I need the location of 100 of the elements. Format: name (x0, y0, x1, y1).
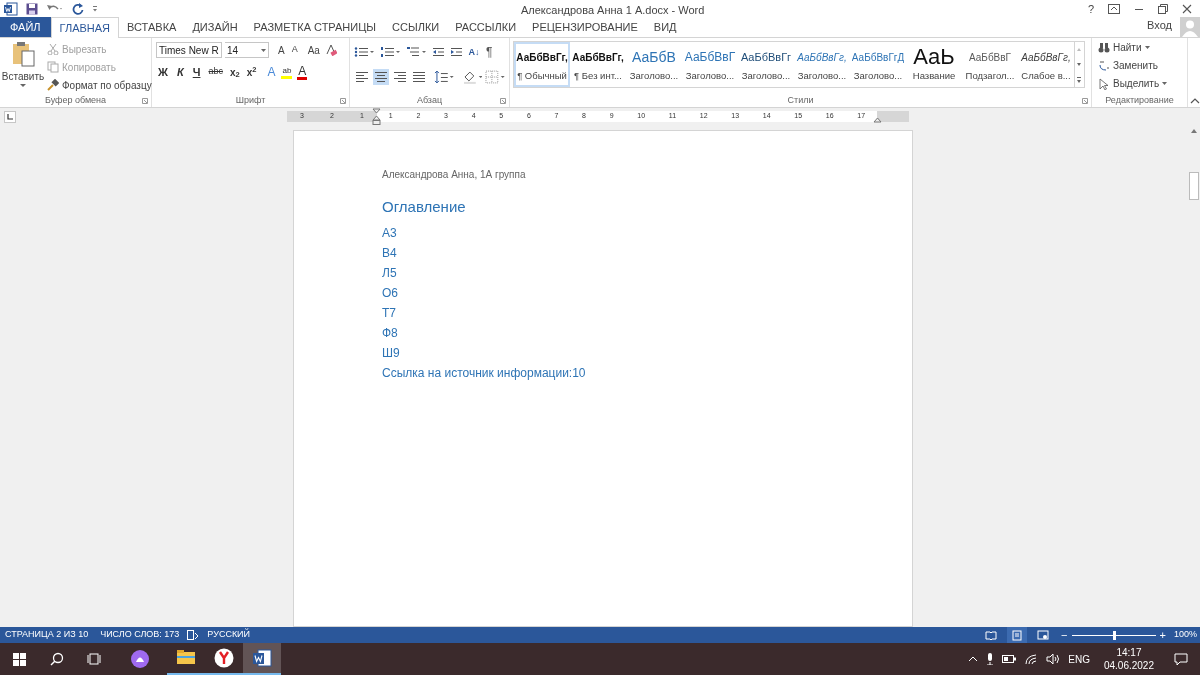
italic-button[interactable]: К (174, 63, 186, 81)
toc-entry[interactable]: А3 (382, 223, 397, 244)
increase-indent-icon[interactable] (450, 46, 462, 58)
notifications-icon[interactable] (1174, 652, 1188, 666)
battery-icon[interactable] (1002, 655, 1017, 663)
decrease-indent-icon[interactable] (432, 46, 444, 58)
style-item[interactable]: АаБбВвГг, ¶ Обычный (514, 42, 570, 87)
save-icon[interactable] (26, 3, 38, 15)
word-logo-icon[interactable] (4, 2, 18, 16)
style-item[interactable]: АаБбВвГг Заголово... (738, 42, 794, 87)
volume-icon[interactable] (1046, 653, 1061, 665)
line-spacing-icon[interactable] (434, 70, 454, 84)
dialog-launcher-icon[interactable] (1082, 98, 1088, 104)
task-view-icon[interactable] (87, 653, 101, 665)
style-item[interactable]: АаЬ Название (906, 42, 962, 87)
toc-entry[interactable]: О6 (382, 283, 398, 304)
painter-button[interactable]: Формат по образцу (47, 77, 152, 93)
ribbon-tab[interactable]: ВСТАВКА (119, 17, 185, 37)
ribbon-tab[interactable]: ДИЗАЙН (184, 17, 246, 37)
scroll-up-icon[interactable] (1189, 128, 1198, 134)
proofing-icon[interactable] (187, 630, 200, 640)
assistant-orb-icon[interactable] (131, 650, 149, 668)
font-size-field[interactable]: 14 (225, 42, 269, 58)
zoom-in-button[interactable]: + (1159, 626, 1166, 644)
copy-icon (47, 61, 59, 73)
select-button[interactable]: Выделить (1098, 76, 1181, 91)
shading-icon[interactable] (462, 70, 483, 84)
chevron-up-icon[interactable] (968, 656, 979, 662)
help-button[interactable]: ? (1087, 0, 1094, 18)
font-color-button[interactable]: A (297, 64, 308, 80)
ribbon-tab[interactable]: РЕЦЕНЗИРОВАНИЕ (524, 17, 646, 37)
language-text[interactable]: РУССКИЙ (207, 628, 251, 642)
align-right-button[interactable] (392, 69, 408, 85)
ribbon-tab[interactable]: ССЫЛКИ (384, 17, 448, 37)
font-name-field[interactable]: Times New R (156, 42, 222, 58)
ribbon-tab[interactable]: ГЛАВНАЯ (50, 17, 120, 38)
paste-button[interactable]: Вставить (3, 41, 43, 94)
right-indent-marker-icon[interactable] (873, 117, 882, 123)
clock-time[interactable]: 14:17 (1116, 646, 1142, 659)
style-item[interactable]: АаБбВ Заголово... (626, 42, 682, 87)
microphone-icon[interactable] (986, 653, 995, 665)
toc-entry[interactable]: Ссылка на источник информации:10 (382, 363, 586, 384)
style-item[interactable]: АаБбВвГг, ¶ Без инт... (570, 42, 626, 87)
ribbon-tab[interactable]: ВИД (645, 17, 685, 37)
close-icon[interactable] (1182, 4, 1192, 14)
clock-date[interactable]: 04.06.2022 (1103, 659, 1154, 672)
strikethrough-button[interactable]: abc (207, 65, 224, 79)
underline-button[interactable]: Ч (190, 63, 203, 81)
ribbon-tab[interactable]: РАЗМЕТКА СТРАНИЦЫ (245, 17, 385, 37)
numbering-icon[interactable] (380, 46, 400, 58)
redo-icon[interactable] (72, 3, 84, 15)
word-count-text[interactable]: ЧИСЛО СЛОВ: 173 (100, 628, 180, 642)
customize-menu-icon[interactable] (92, 5, 98, 13)
search-icon[interactable] (50, 652, 64, 666)
ribbon-tab[interactable]: РАССЫЛКИ (447, 17, 525, 37)
style-item[interactable]: АаБбВвГг, Заголово... (794, 42, 850, 87)
tab-selector[interactable] (4, 110, 16, 123)
bold-button[interactable]: Ж (156, 63, 170, 81)
style-item[interactable]: АаБбВвГгД Заголово... (850, 42, 906, 87)
superscript-button[interactable]: x$^{2}$ (245, 64, 258, 80)
zoom-level-text[interactable]: 100% (1173, 628, 1197, 642)
replace-button[interactable]: Заменить (1098, 58, 1181, 73)
indent-marker-icon[interactable] (372, 108, 381, 125)
sign-in-link[interactable]: Вход (1147, 16, 1172, 33)
multilevel-list-icon[interactable] (406, 46, 426, 58)
text-effects-button[interactable]: A (266, 63, 277, 81)
toc-entry[interactable]: Т7 (382, 303, 396, 324)
dialog-launcher-icon[interactable] (500, 98, 506, 104)
collapse-ribbon-icon[interactable] (1190, 98, 1200, 104)
style-item[interactable]: АаБбВвГг, Слабое в... (1018, 42, 1074, 87)
ribbon-display-options-icon[interactable] (1108, 4, 1120, 14)
dialog-launcher-icon[interactable] (142, 98, 148, 104)
scroll-thumb[interactable] (1188, 172, 1199, 200)
style-item[interactable]: АаБбВвГ Заголово... (682, 42, 738, 87)
print-view-button[interactable] (1007, 627, 1028, 643)
align-justify-button[interactable] (411, 69, 427, 85)
file-tab[interactable]: ФАЙЛ (0, 17, 51, 37)
wifi-icon[interactable] (1024, 653, 1039, 665)
toc-entry[interactable]: Ш9 (382, 343, 400, 364)
toc-entry[interactable]: Ф8 (382, 323, 398, 344)
align-left-button[interactable] (354, 69, 370, 85)
dialog-launcher-icon[interactable] (340, 98, 346, 104)
show-marks-button[interactable]: ¶ (486, 43, 493, 61)
change-case-button[interactable]: Aa (305, 42, 322, 58)
shrink-font-button[interactable]: A (289, 43, 300, 57)
word-taskbar-button[interactable] (243, 643, 281, 675)
restore-icon[interactable] (1158, 4, 1168, 14)
find-button[interactable]: Найти (1098, 40, 1181, 55)
toc-entry[interactable]: Л5 (382, 263, 397, 284)
highlight-button[interactable]: ab (281, 65, 293, 79)
grow-font-button[interactable]: A (276, 42, 287, 58)
toc-entry[interactable]: В4 (382, 243, 397, 264)
zoom-out-button[interactable]: − (1061, 626, 1068, 644)
sort-button[interactable]: A↓ (468, 47, 480, 57)
subscript-button[interactable]: x$_{2}$ (228, 64, 241, 80)
input-language-text[interactable]: ENG (1068, 651, 1090, 667)
align-center-button[interactable] (373, 69, 389, 85)
bullets-icon[interactable] (354, 46, 374, 58)
style-item[interactable]: АаБбВвГ Подзагол... (962, 42, 1018, 87)
page-count-text[interactable]: СТРАНИЦА 2 ИЗ 10 (5, 628, 89, 642)
